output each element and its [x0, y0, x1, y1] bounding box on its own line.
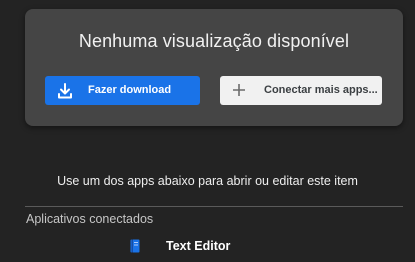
download-button-label: Fazer download — [88, 84, 172, 96]
no-preview-title: Nenhuma visualização disponível — [78, 31, 350, 51]
app-item-text-editor[interactable]: Text Editor — [130, 236, 230, 256]
text-editor-icon — [130, 239, 140, 253]
no-preview-page: Nenhuma visualização disponível Fazer do… — [0, 0, 415, 262]
app-item-label: Text Editor — [166, 239, 231, 253]
download-icon — [58, 83, 72, 99]
no-preview-card: Nenhuma visualização disponível Fazer do… — [25, 9, 403, 126]
download-button[interactable]: Fazer download — [45, 76, 200, 105]
open-with-hint: Use um dos apps abaixo para abrir ou edi… — [57, 174, 358, 188]
connect-more-apps-button[interactable]: Conectar mais apps... — [220, 76, 382, 105]
divider — [25, 206, 403, 207]
connect-more-apps-label: Conectar mais apps... — [264, 84, 378, 96]
connected-apps-title: Aplicativos conectados — [26, 212, 154, 226]
plus-icon — [233, 84, 245, 96]
